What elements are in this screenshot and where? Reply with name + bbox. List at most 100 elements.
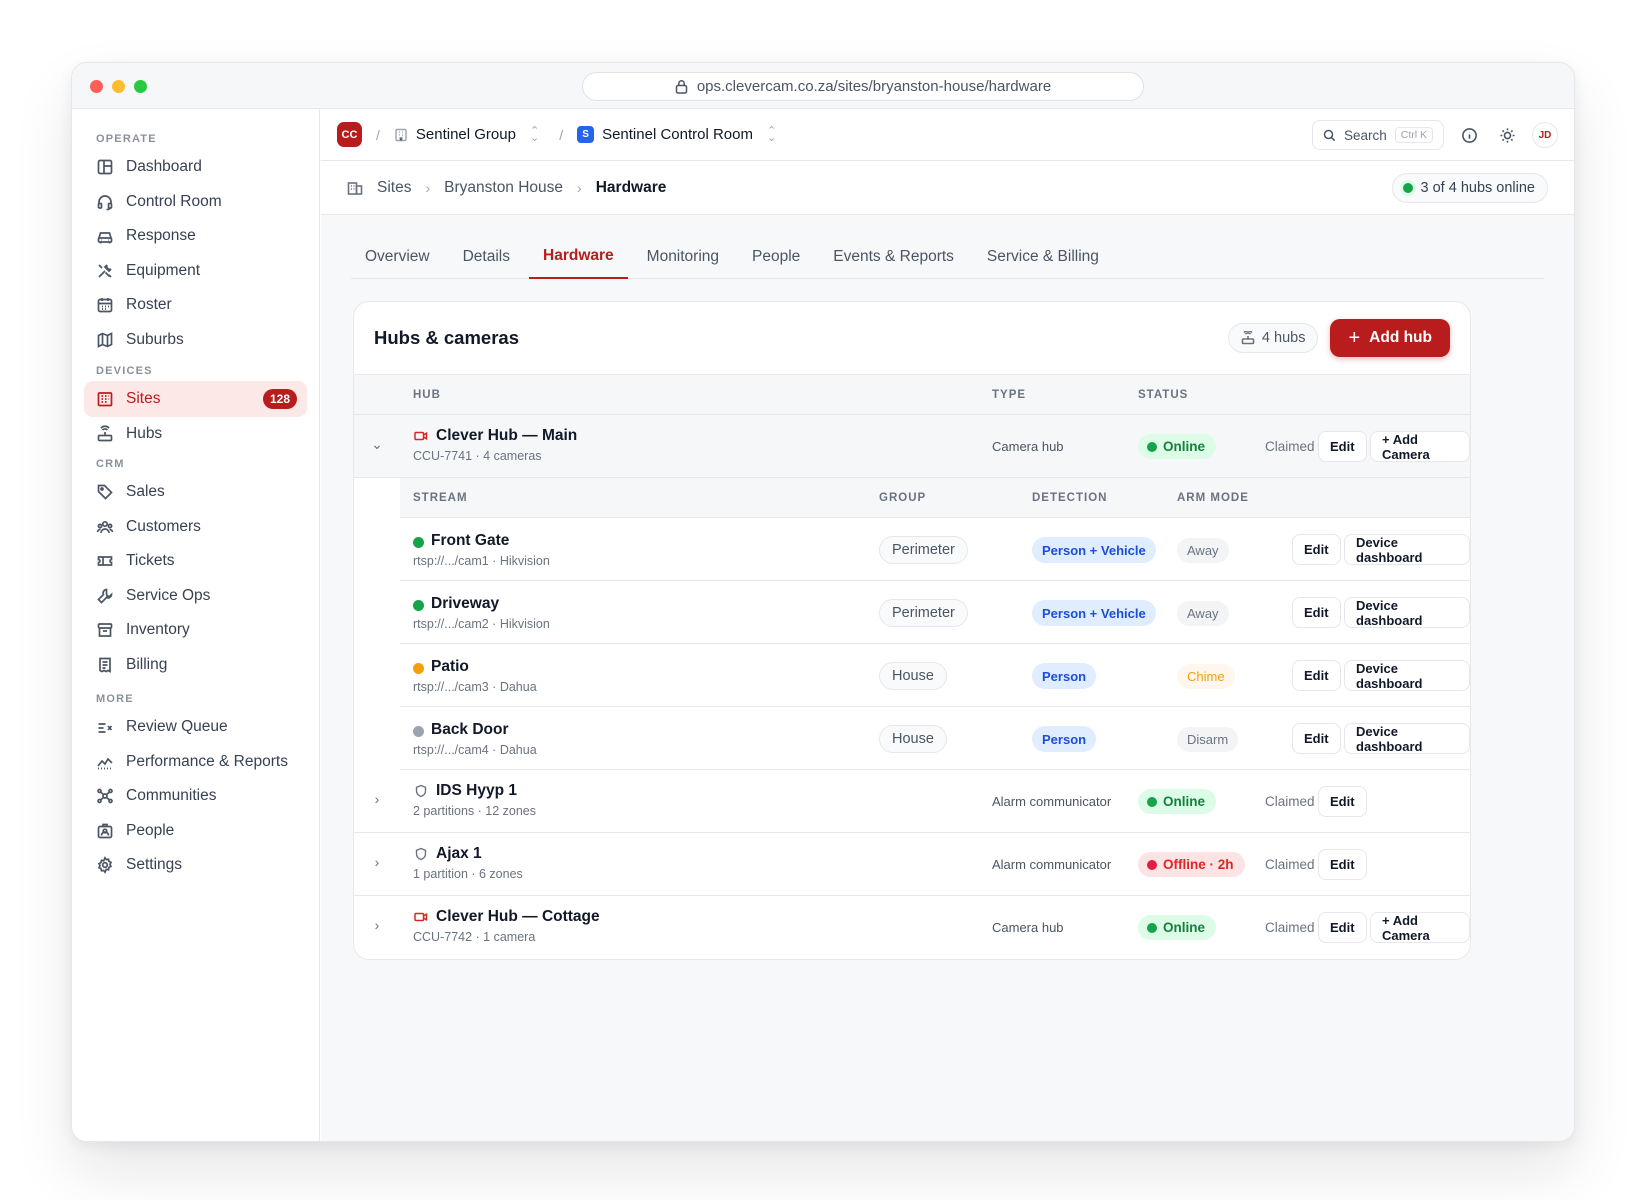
sidebar-item-billing[interactable]: Billing [84,647,307,683]
status-text: Online [1163,794,1206,809]
chevron-right-icon[interactable]: › [370,917,384,933]
sidebar-item-equipment[interactable]: Equipment [84,253,307,289]
camera-name: Back Door [431,721,509,738]
theme-toggle[interactable] [1494,122,1520,148]
claimed-label: Claimed [1265,439,1315,454]
tab-overview[interactable]: Overview [351,235,444,279]
minimize-window-button[interactable] [112,80,125,93]
sidebar-item-label: Customers [126,517,201,535]
camera-row[interactable]: Patio rtsp://.../cam3 · Dahua House Pers… [400,644,1470,707]
tab-monitoring[interactable]: Monitoring [633,235,733,279]
room-badge: S [577,126,595,143]
status-dot-icon [1147,441,1157,452]
hub-row[interactable]: › IDS Hyyp 1 2 partitions · 12 zones Ala… [354,770,1470,833]
edit-camera-button[interactable]: Edit [1292,660,1341,691]
device-dashboard-button[interactable]: Device dashboard [1344,534,1470,565]
sidebar-item-sites[interactable]: Sites 128 [84,381,307,417]
chevron-right-icon: › [425,179,431,196]
edit-camera-button[interactable]: Edit [1292,597,1341,628]
card-header: Hubs & cameras 4 hubs + Add hub [354,302,1470,375]
sidebar-item-suburbs[interactable]: Suburbs [84,322,307,358]
sidebar-item-label: Hubs [126,424,163,442]
breadcrumb: Sites › Bryanston House › Hardware 3 of … [321,161,1574,215]
device-dashboard-button[interactable]: Device dashboard [1344,660,1470,691]
chevron-right-icon[interactable]: › [370,791,384,807]
hub-row[interactable]: › Clever Hub — Cottage CCU-7742 · 1 came… [354,896,1470,959]
edit-hub-button[interactable]: Edit [1318,912,1367,943]
edit-camera-button[interactable]: Edit [1292,534,1341,565]
sidebar-item-roster[interactable]: Roster [84,287,307,323]
breadcrumb-site[interactable]: Bryanston House [444,179,563,197]
sidebar-item-settings[interactable]: Settings [84,847,307,883]
contact-icon [97,823,113,838]
add-hub-button[interactable]: + Add hub [1330,319,1450,357]
hub-row[interactable]: › Ajax 1 1 partition · 6 zones Alarm com… [354,833,1470,896]
sidebar-item-hubs[interactable]: Hubs [84,416,307,452]
claimed-label: Claimed [1265,857,1315,872]
camera-row[interactable]: Front Gate rtsp://.../cam1 · Hikvision P… [400,518,1470,581]
sidebar-item-dashboard[interactable]: Dashboard [84,149,307,185]
org-switcher[interactable]: Sentinel Group ⌃ ⌄ [394,125,539,143]
sidebar-item-communities[interactable]: Communities [84,778,307,814]
browser-window: ops.clevercam.co.za/sites/bryanston-hous… [71,62,1575,1142]
edit-hub-button[interactable]: Edit [1318,786,1367,817]
tab-events-reports[interactable]: Events & Reports [819,235,968,279]
camera-row[interactable]: Driveway rtsp://.../cam2 · Hikvision Per… [400,581,1470,644]
address-bar[interactable]: ops.clevercam.co.za/sites/bryanston-hous… [582,72,1144,101]
camera-stream-url: rtsp://.../cam2 · Hikvision [413,617,550,631]
detection-badge: Person [1032,726,1097,752]
sidebar-item-control-room[interactable]: Control Room [84,184,307,220]
edit-hub-button[interactable]: Edit [1318,431,1367,462]
separator: / [376,126,380,143]
search-button[interactable]: Search Ctrl K [1311,120,1444,150]
device-dashboard-button[interactable]: Device dashboard [1344,723,1470,754]
sidebar-item-people[interactable]: People [84,813,307,849]
device-dashboard-button[interactable]: Device dashboard [1344,597,1470,628]
close-window-button[interactable] [90,80,103,93]
group-badge: House [879,725,947,753]
status-badge: Online [1138,434,1217,459]
chevron-down-icon[interactable]: ⌄ [370,436,384,453]
add-camera-button[interactable]: + Add Camera [1370,912,1470,943]
hub-count: 4 hubs [1261,330,1306,346]
camera-row[interactable]: Back Door rtsp://.../cam4 · Dahua House … [400,707,1470,770]
hub-type: Alarm communicator [992,794,1112,809]
sidebar-item-response[interactable]: Response [84,218,307,254]
sidebar-item-service-ops[interactable]: Service Ops [84,578,307,614]
detection-badge: Person + Vehicle [1032,537,1156,563]
sidebar-item-inventory[interactable]: Inventory [84,612,307,648]
tab-details[interactable]: Details [449,235,524,279]
status-dot-icon [1147,859,1157,870]
avatar[interactable]: JD [1532,122,1558,148]
card-actions: 4 hubs + Add hub [1227,319,1450,357]
tab-service-billing[interactable]: Service & Billing [973,235,1113,279]
add-hub-label: Add hub [1369,329,1432,346]
sidebar-item-performance-reports[interactable]: Performance & Reports [84,744,307,780]
hub-meta: 2 partitions · 12 zones [413,804,536,818]
app-logo[interactable]: CC [337,122,362,147]
tab-bar: Overview Details Hardware Monitoring People E… [351,235,1544,279]
chevron-right-icon[interactable]: › [370,854,384,870]
arm-mode-badge: Away [1177,601,1229,626]
sidebar-item-customers[interactable]: Customers [84,509,307,545]
maximize-window-button[interactable] [134,80,147,93]
breadcrumb-sites[interactable]: Sites [377,179,411,197]
status-badge: Online [1138,915,1217,940]
camera-name: Patio [431,658,469,675]
network-icon [97,788,113,804]
detection-badge: Person [1032,663,1097,689]
edit-camera-button[interactable]: Edit [1292,723,1341,754]
column-group: GROUP [879,492,927,504]
tab-hardware[interactable]: Hardware [529,235,628,279]
control-room-switcher[interactable]: S Sentinel Control Room ⌃ ⌄ [577,125,776,143]
sidebar-item-review-queue[interactable]: Review Queue [84,709,307,745]
add-camera-button[interactable]: + Add Camera [1370,431,1470,462]
edit-hub-button[interactable]: Edit [1318,849,1367,880]
hub-row[interactable]: ⌄ Clever Hub — Main CCU-7741 · 4 cameras… [354,415,1470,478]
info-button[interactable] [1456,122,1482,148]
sidebar-item-tickets[interactable]: Tickets [84,543,307,579]
search-label: Search [1343,127,1387,143]
tab-people[interactable]: People [738,235,814,279]
sidebar-item-sales[interactable]: Sales [84,474,307,510]
camera-icon [414,912,428,922]
